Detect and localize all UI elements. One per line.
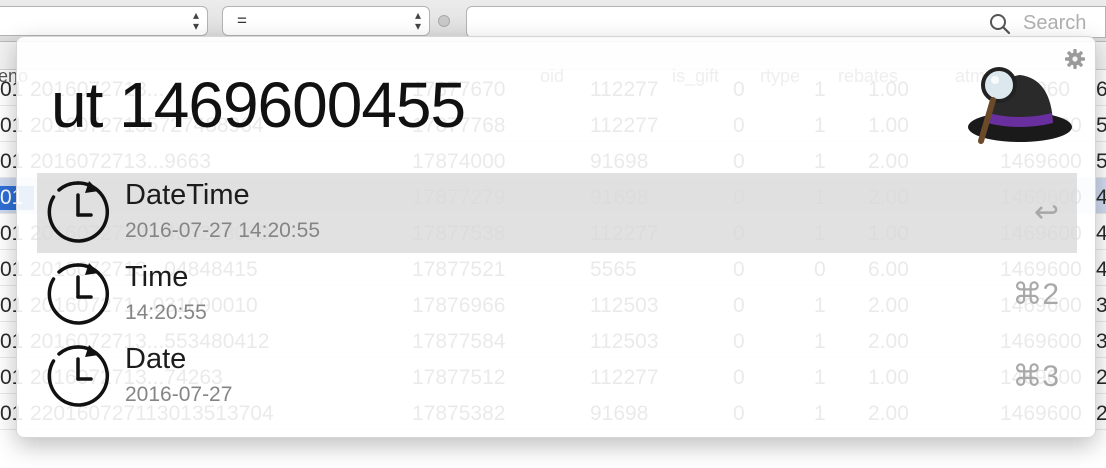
- query-input[interactable]: ut 1469600455: [51, 67, 466, 143]
- result-subtitle: 2016-07-27 14:20:55: [125, 219, 320, 242]
- result-shortcut: ⌘3: [1012, 360, 1059, 393]
- table-cell: 5: [1096, 150, 1106, 173]
- result-item-time[interactable]: Time 14:20:55 ⌘2: [37, 255, 1077, 335]
- result-shortcut: ↩: [1033, 196, 1059, 229]
- table-cell: 4: [1096, 186, 1106, 209]
- clock-refresh-icon: [45, 261, 111, 332]
- table-cell: 6: [1096, 78, 1106, 101]
- table-cell: 4: [1096, 258, 1106, 281]
- clock-refresh-icon: [45, 343, 111, 414]
- status-dot[interactable]: [438, 15, 450, 27]
- operator-value: =: [237, 11, 247, 30]
- table-cell: 5: [1096, 114, 1106, 137]
- result-subtitle: 2016-07-27: [125, 383, 233, 406]
- result-title: Date: [125, 343, 187, 375]
- table-cell: 3: [1096, 330, 1106, 353]
- result-title: Time: [125, 261, 189, 293]
- search-field[interactable]: Search: [466, 6, 1106, 38]
- filter-field-select[interactable]: ▴ ▾: [0, 6, 208, 36]
- result-item-datetime[interactable]: DateTime 2016-07-27 14:20:55 ↩: [37, 173, 1077, 253]
- result-title: DateTime: [125, 179, 250, 211]
- table-cell: 3: [1096, 294, 1106, 317]
- updown-arrows-icon: ▴ ▾: [192, 8, 199, 33]
- result-subtitle: 14:20:55: [125, 301, 207, 324]
- result-shortcut: ⌘2: [1012, 278, 1059, 311]
- clock-refresh-icon: [45, 179, 111, 250]
- alfred-window: ut 1469600455 DateTime 2016-07-27 14:20:5…: [16, 36, 1096, 438]
- search-placeholder: Search: [1023, 12, 1087, 34]
- table-cell: 2: [1096, 402, 1106, 425]
- result-item-date[interactable]: Date 2016-07-27 ⌘3: [37, 337, 1077, 417]
- search-icon: [990, 14, 1011, 35]
- table-cell: 4: [1096, 222, 1106, 245]
- alfred-hat-icon: [968, 67, 1072, 144]
- updown-arrows-icon: ▴ ▾: [414, 8, 421, 33]
- operator-select[interactable]: = ▴ ▾: [222, 6, 430, 36]
- table-cell: 2: [1096, 366, 1106, 389]
